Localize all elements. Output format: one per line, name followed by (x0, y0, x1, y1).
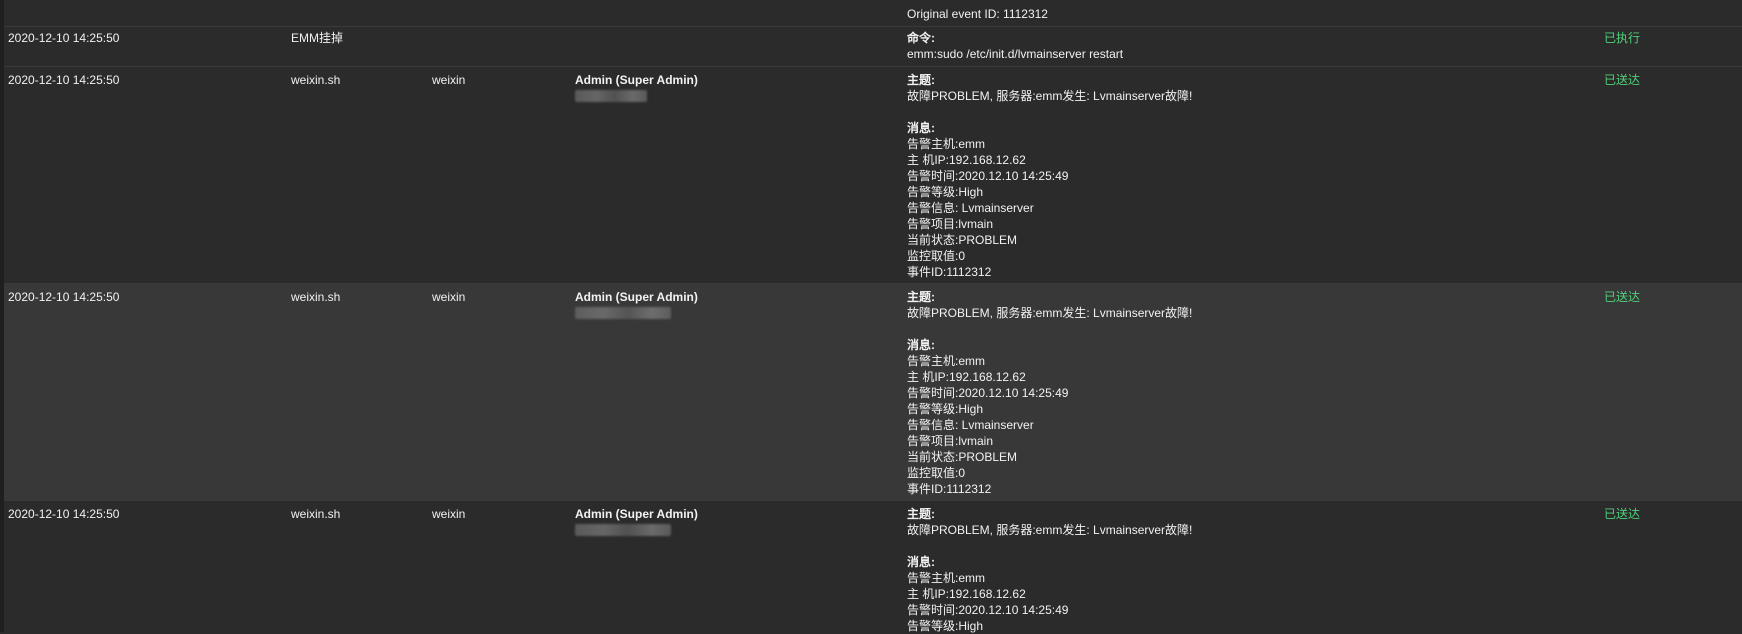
message-line: 事件ID:1112312 (907, 265, 992, 279)
subject-label: 主题: (907, 507, 935, 521)
time-cell: 2020-12-10 14:25:50 (8, 73, 120, 87)
message-line: 主 机IP:192.168.12.62 (907, 153, 1026, 167)
message-cell: 主题: 故障PROBLEM, 服务器:emm发生: Lvmainserver故障… (907, 72, 1192, 280)
table-row: 2020-12-10 14:25:50 weixin.sh weixin Adm… (4, 67, 1742, 284)
status-badge: 已送达 (1604, 290, 1641, 304)
message-text: Original event ID: 1112312 (907, 7, 1048, 21)
action-cell: weixin.sh (291, 290, 341, 304)
message-line: 告警时间:2020.12.10 14:25:49 (907, 169, 1069, 183)
command-text: emm:sudo /etc/init.d/lvmainserver restar… (907, 47, 1124, 61)
message-line: 监控取值:0 (907, 249, 966, 263)
recipient-cell: Admin (Super Admin) (575, 289, 698, 319)
message-line: 告警项目:lvmain (907, 217, 994, 231)
recipient-name: Admin (Super Admin) (575, 507, 698, 521)
message-line: 告警主机:emm (907, 137, 986, 151)
media-type-cell: weixin (432, 290, 466, 304)
message-label: 消息: (907, 555, 935, 569)
table-row: 2020-12-10 14:25:50 EMM挂掉 命令: emm:sudo /… (4, 27, 1742, 67)
command-label: 命令: (907, 31, 935, 45)
action-cell: weixin.sh (291, 73, 341, 87)
table-row: Original event ID: 1112312 (4, 0, 1742, 27)
message-line: 主 机IP:192.168.12.62 (907, 370, 1026, 384)
subject-text: 故障PROBLEM, 服务器:emm发生: Lvmainserver故障! (907, 523, 1193, 537)
message-line: 告警等级:High (907, 402, 984, 416)
message-line: 告警时间:2020.12.10 14:25:49 (907, 603, 1069, 617)
action-cell: EMM挂掉 (291, 31, 343, 45)
subject-label: 主题: (907, 290, 935, 304)
message-line: 当前状态:PROBLEM (907, 233, 1018, 247)
message-line: 告警时间:2020.12.10 14:25:49 (907, 386, 1069, 400)
recipient-cell: Admin (Super Admin) (575, 506, 698, 536)
message-line: 监控取值:0 (907, 466, 966, 480)
subject-label: 主题: (907, 73, 935, 87)
message-cell: 主题: 故障PROBLEM, 服务器:emm发生: Lvmainserver故障… (907, 506, 1192, 634)
status-badge: 已送达 (1604, 507, 1641, 521)
action-log-table: Original event ID: 1112312 2020-12-10 14… (0, 0, 1742, 634)
recipient-cell: Admin (Super Admin) (575, 72, 698, 102)
message-line: 告警主机:emm (907, 571, 986, 585)
message-cell: 命令: emm:sudo /etc/init.d/lvmainserver re… (907, 30, 1123, 62)
subject-text: 故障PROBLEM, 服务器:emm发生: Lvmainserver故障! (907, 306, 1193, 320)
time-cell: 2020-12-10 14:25:50 (8, 31, 120, 45)
recipient-name: Admin (Super Admin) (575, 73, 698, 87)
message-line: 告警信息: Lvmainserver (907, 418, 1034, 432)
message-line: 告警主机:emm (907, 354, 986, 368)
message-line: 告警等级:High (907, 185, 984, 199)
recipient-name: Admin (Super Admin) (575, 290, 698, 304)
message-line: 告警信息: Lvmainserver (907, 201, 1034, 215)
redacted-recipient-address (575, 524, 671, 536)
message-label: 消息: (907, 121, 935, 135)
message-line: 事件ID:1112312 (907, 482, 992, 496)
message-label: 消息: (907, 338, 935, 352)
status-badge: 已执行 (1604, 31, 1641, 45)
action-cell: weixin.sh (291, 507, 341, 521)
subject-text: 故障PROBLEM, 服务器:emm发生: Lvmainserver故障! (907, 89, 1193, 103)
message-cell: 主题: 故障PROBLEM, 服务器:emm发生: Lvmainserver故障… (907, 289, 1192, 497)
media-type-cell: weixin (432, 507, 466, 521)
table-row: 2020-12-10 14:25:50 weixin.sh weixin Adm… (4, 284, 1742, 501)
message-line: 主 机IP:192.168.12.62 (907, 587, 1026, 601)
redacted-recipient-address (575, 307, 671, 319)
message-line: 告警项目:lvmain (907, 434, 994, 448)
message-line: 当前状态:PROBLEM (907, 450, 1018, 464)
table-row: 2020-12-10 14:25:50 weixin.sh weixin Adm… (4, 501, 1742, 634)
status-badge: 已送达 (1604, 73, 1641, 87)
media-type-cell: weixin (432, 73, 466, 87)
time-cell: 2020-12-10 14:25:50 (8, 290, 120, 304)
redacted-recipient-address (575, 90, 647, 102)
time-cell: 2020-12-10 14:25:50 (8, 507, 120, 521)
